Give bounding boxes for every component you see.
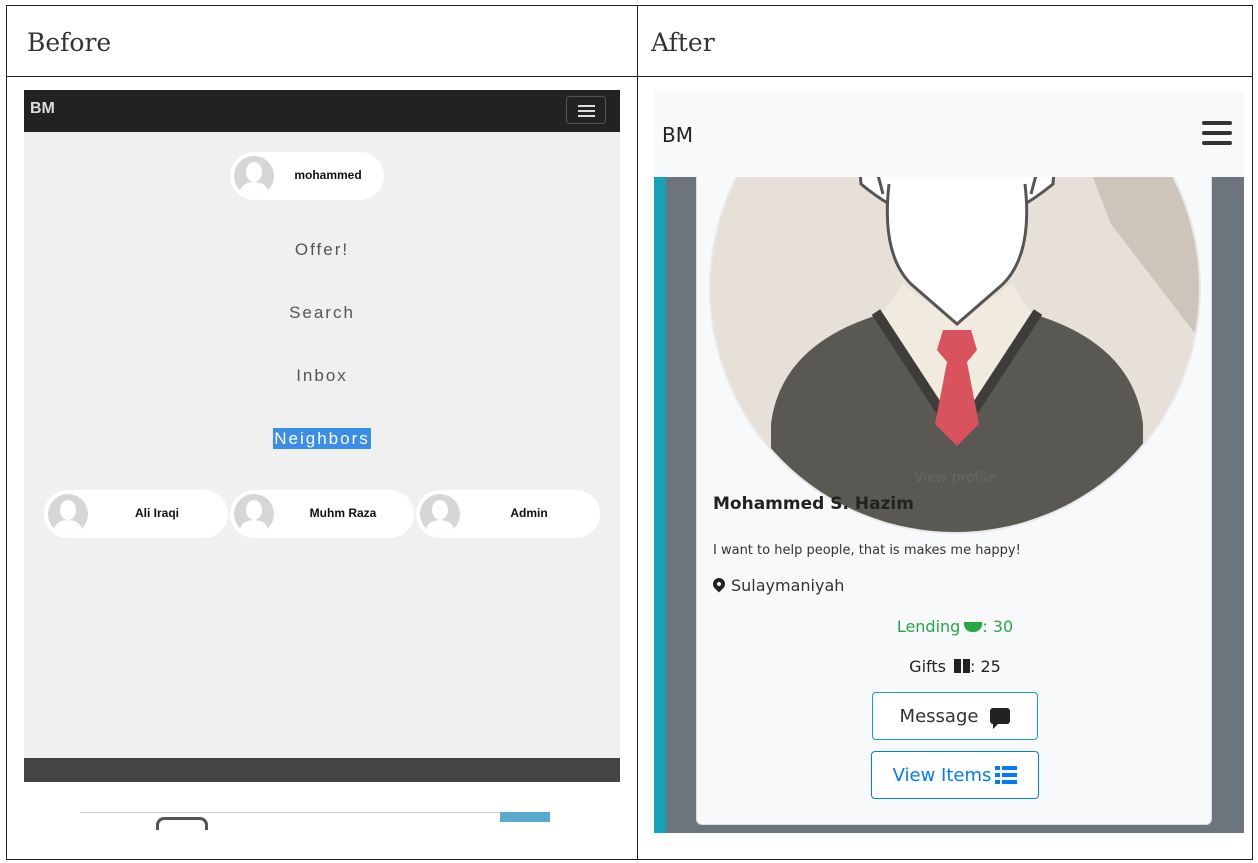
- gifts-label: Gifts: [909, 657, 946, 676]
- menu-icon-bar: [578, 110, 595, 112]
- lending-count: : 30: [982, 617, 1014, 636]
- avatar: [234, 494, 274, 534]
- after-caption: After: [651, 28, 715, 57]
- after-screenshot: BM View profile Mohammed S. Hazim I want…: [654, 91, 1244, 833]
- hand-holding-icon: [964, 622, 983, 632]
- profile-card: View profile Mohammed S. Hazim I want to…: [696, 91, 1213, 825]
- before-screenshot: BM mohammed Offer! Search Inbox Neighbor…: [24, 90, 620, 830]
- neighbor-name: Admin: [510, 506, 548, 520]
- message-button[interactable]: Message: [872, 692, 1038, 740]
- menu-icon-bar: [578, 115, 595, 117]
- current-user-chip[interactable]: mohammed: [230, 152, 384, 200]
- accent-bar: [654, 177, 666, 833]
- gifts-count: : 25: [969, 657, 1001, 676]
- menu-icon: [578, 105, 595, 107]
- neighbor-chip[interactable]: Muhm Raza: [230, 490, 414, 538]
- menu-item-label: Neighbors: [273, 428, 371, 449]
- column-divider: [637, 6, 638, 859]
- search-button-partial: [500, 812, 550, 822]
- before-caption: Before: [27, 28, 112, 57]
- below-fold-area: [24, 782, 620, 830]
- menu-item-search[interactable]: Search: [24, 303, 620, 323]
- view-profile-link[interactable]: View profile: [697, 470, 1213, 486]
- view-items-button[interactable]: View Items: [871, 751, 1039, 799]
- lending-stat: Lending : 30: [697, 617, 1213, 636]
- neighbor-name: Ali Iraqi: [134, 506, 179, 520]
- brand-logo[interactable]: BM: [30, 100, 55, 118]
- avatar: [420, 494, 460, 534]
- menu-item-inbox[interactable]: Inbox: [24, 366, 620, 386]
- message-label: Message: [899, 705, 979, 727]
- avatar: [48, 494, 88, 534]
- comment-icon: [990, 708, 1011, 729]
- header-divider: [7, 76, 1252, 77]
- menu-item-label: Offer!: [294, 240, 350, 259]
- search-bar-partial: [80, 812, 500, 830]
- footer-bar: [24, 758, 620, 782]
- menu-item-neighbors[interactable]: Neighbors: [24, 428, 620, 449]
- navbar: BM: [654, 91, 1244, 177]
- lending-label: Lending: [896, 617, 961, 636]
- neighbor-chip[interactable]: Admin: [416, 490, 600, 538]
- menu-item-label: Inbox: [296, 366, 348, 385]
- neighbor-chip[interactable]: Ali Iraqi: [44, 490, 228, 538]
- hamburger-icon[interactable]: [1202, 121, 1232, 145]
- profile-location: Sulaymaniyah: [710, 575, 845, 595]
- menu-item-offer[interactable]: Offer!: [24, 240, 620, 260]
- menu-item-label: Search: [289, 303, 355, 322]
- brand-logo[interactable]: BM: [662, 123, 693, 147]
- list-icon: [995, 766, 1018, 784]
- current-user-name: mohammed: [294, 168, 362, 182]
- map-marker-icon: [710, 575, 728, 593]
- gifts-stat: Gifts : 25: [697, 657, 1213, 676]
- location-text: Sulaymaniyah: [731, 576, 845, 595]
- profile-name: Mohammed S. Hazim: [713, 494, 914, 514]
- avatar: [234, 156, 274, 196]
- neighbor-name: Muhm Raza: [309, 506, 377, 520]
- profile-bio: I want to help people, that is makes me …: [713, 543, 1021, 558]
- navbar: BM: [24, 90, 620, 132]
- menu-toggle-button[interactable]: [566, 96, 606, 124]
- view-items-label: View Items: [892, 764, 992, 786]
- gift-icon: [953, 659, 970, 673]
